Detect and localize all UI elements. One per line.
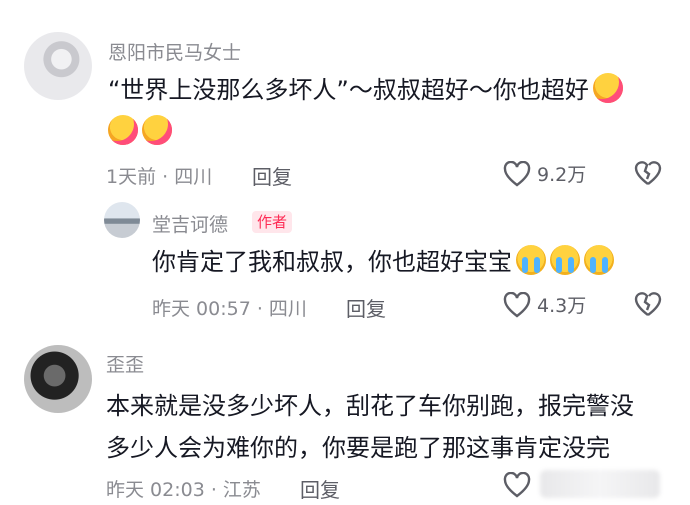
- heart-outline-icon: [503, 291, 531, 318]
- comment-text-line: 多少人会为难你的，你要是跑了那这事肯定没完: [106, 434, 610, 462]
- crying-face-emoji-icon: [516, 245, 546, 275]
- hugging-face-emoji-icon: [108, 115, 138, 145]
- reply-button[interactable]: 回复: [300, 474, 340, 503]
- broken-heart-icon[interactable]: [634, 291, 662, 317]
- reply-button[interactable]: 回复: [346, 293, 386, 322]
- blurred-watermark: [540, 470, 660, 498]
- author-badge: 作者: [252, 211, 293, 233]
- comment-emoji-line: [104, 112, 172, 152]
- broken-heart-icon[interactable]: [634, 160, 662, 186]
- comment-text: “世界上没那么多坏人”～叔叔超好～你也超好: [108, 70, 623, 110]
- username[interactable]: 堂吉诃德: [152, 210, 228, 237]
- avatar[interactable]: [24, 345, 92, 413]
- comment-meta: 昨天 02:03 · 江苏: [106, 479, 261, 501]
- comment-text-line: 本来就是没多少坏人，刮花了车你别跑，报完警没: [106, 392, 634, 420]
- hugging-face-emoji-icon: [142, 115, 172, 145]
- crying-face-emoji-icon: [550, 245, 580, 275]
- comment-meta: 1天前 · 四川: [106, 166, 213, 188]
- reply-button[interactable]: 回复: [252, 161, 292, 190]
- avatar[interactable]: [24, 32, 92, 100]
- username[interactable]: 歪歪: [106, 350, 144, 377]
- like-button[interactable]: [503, 472, 531, 498]
- heart-outline-icon: [503, 160, 531, 187]
- comment-meta: 昨天 00:57 · 四川: [152, 298, 307, 320]
- like-count: 9.2万: [537, 164, 587, 186]
- hugging-face-emoji-icon: [592, 73, 623, 103]
- comment-text-line: 你肯定了我和叔叔，你也超好宝宝: [152, 248, 512, 276]
- like-count: 4.3万: [537, 295, 587, 317]
- comment-text-line: “世界上没那么多坏人”～叔叔超好～你也超好: [108, 76, 589, 104]
- like-button[interactable]: 9.2万: [503, 160, 586, 187]
- avatar[interactable]: [104, 202, 140, 238]
- comment-text: 你肯定了我和叔叔，你也超好宝宝: [152, 242, 614, 282]
- crying-face-emoji-icon: [584, 245, 614, 275]
- like-button[interactable]: 4.3万: [503, 291, 586, 318]
- username[interactable]: 恩阳市民马女士: [108, 38, 241, 65]
- heart-outline-icon: [503, 472, 531, 498]
